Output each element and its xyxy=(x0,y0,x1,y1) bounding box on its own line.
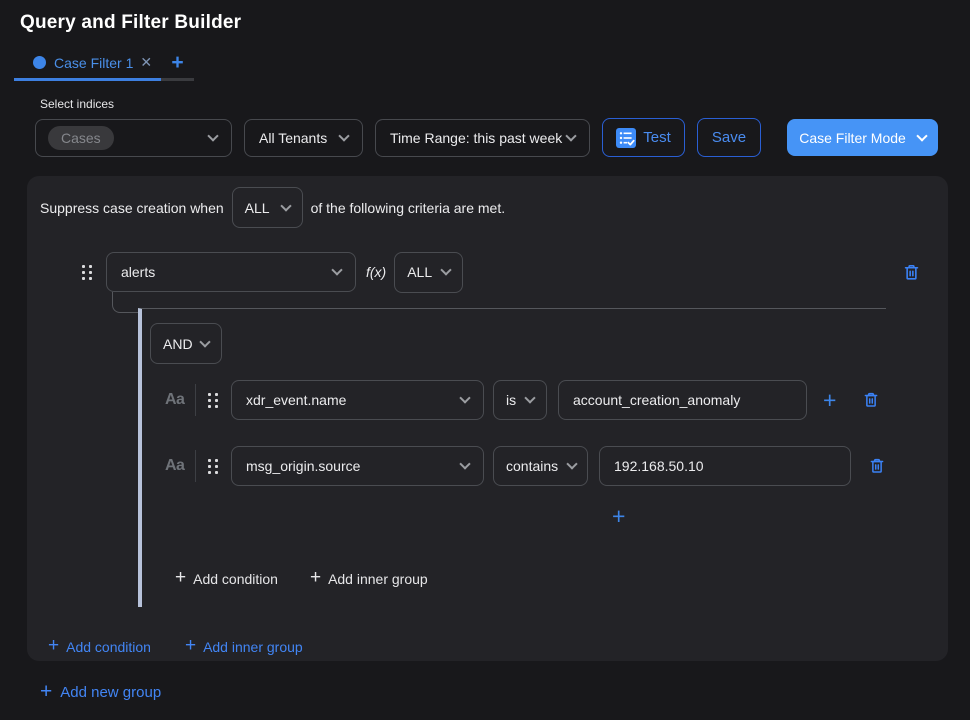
suppress-operator-value: ALL xyxy=(245,200,270,216)
case-sensitivity-toggle[interactable]: Aa xyxy=(165,457,189,475)
chevron-down-icon xyxy=(331,264,342,275)
test-label: Test xyxy=(643,129,671,146)
add-inner-group-label: Add inner group xyxy=(328,571,428,587)
delete-group-button[interactable] xyxy=(902,263,921,282)
add-condition-button[interactable]: + Add condition xyxy=(48,638,151,655)
suppress-operator-dropdown[interactable]: ALL xyxy=(232,187,303,228)
select-indices-label: Select indices xyxy=(40,97,970,111)
chevron-down-icon xyxy=(199,336,210,347)
condition-value-input[interactable] xyxy=(558,380,807,420)
case-sensitivity-toggle[interactable]: Aa xyxy=(165,391,189,409)
chevron-down-icon xyxy=(441,264,452,275)
page-title: Query and Filter Builder xyxy=(20,12,970,34)
add-condition-button[interactable]: + Add condition xyxy=(175,570,278,587)
plus-icon: + xyxy=(40,681,52,702)
indices-dropdown[interactable]: Cases xyxy=(35,119,232,157)
tab-bar: Case Filter 1 ✕ + xyxy=(14,50,970,81)
save-button[interactable]: Save xyxy=(697,118,761,157)
criteria-group: alerts f(x) ALL AND xyxy=(27,252,948,655)
chevron-down-icon xyxy=(566,458,577,469)
fx-label: f(x) xyxy=(366,264,386,280)
delete-condition-button[interactable] xyxy=(868,457,886,475)
mode-label: Case Filter Mode xyxy=(799,130,906,146)
add-new-group-button[interactable]: + Add new group xyxy=(40,683,161,702)
trash-icon xyxy=(902,263,921,282)
add-inner-group-button[interactable]: + Add inner group xyxy=(185,638,303,655)
add-tab-button[interactable]: + xyxy=(161,50,194,81)
time-range-dropdown[interactable]: Time Range: this past week xyxy=(375,119,590,157)
plus-icon: + xyxy=(175,568,186,587)
drag-handle-icon[interactable] xyxy=(208,393,218,408)
add-condition-label: Add condition xyxy=(193,571,278,587)
plus-icon: + xyxy=(185,636,196,655)
drag-handle-icon[interactable] xyxy=(82,265,92,280)
case-filter-mode-button[interactable]: Case Filter Mode xyxy=(787,119,938,156)
test-button[interactable]: Test xyxy=(602,118,685,157)
plus-icon: + xyxy=(310,568,321,587)
add-value-button[interactable]: + xyxy=(823,389,836,412)
suppress-suffix-text: of the following criteria are met. xyxy=(311,200,506,216)
close-tab-icon[interactable]: ✕ xyxy=(140,54,152,71)
condition-field-dropdown[interactable]: xdr_event.name xyxy=(231,380,484,420)
inner-group-actions: + Add condition + Add inner group xyxy=(142,570,886,587)
conjunction-dropdown[interactable]: AND xyxy=(150,323,222,364)
condition-operator-value: contains xyxy=(506,458,558,474)
chevron-down-icon xyxy=(565,130,576,141)
unsaved-dot-icon xyxy=(33,56,46,69)
tenant-value: All Tenants xyxy=(259,130,327,146)
chevron-down-icon xyxy=(459,392,470,403)
checklist-icon xyxy=(616,128,636,148)
conjunction-value: AND xyxy=(163,336,193,352)
plus-icon: + xyxy=(48,636,59,655)
group-field-dropdown[interactable]: alerts xyxy=(106,252,356,292)
group-actions: + Add condition + Add inner group xyxy=(27,638,948,655)
divider xyxy=(195,384,196,416)
tenant-dropdown[interactable]: All Tenants xyxy=(244,119,363,157)
indices-chip: Cases xyxy=(48,126,114,150)
chevron-down-icon xyxy=(916,130,927,141)
chevron-down-icon xyxy=(280,200,291,211)
suppress-rule-row: Suppress case creation when ALL of the f… xyxy=(27,176,948,228)
tab-case-filter-1[interactable]: Case Filter 1 ✕ xyxy=(14,50,161,81)
delete-condition-button[interactable] xyxy=(862,391,880,409)
inner-group: AND Aa xdr_event.name is + xyxy=(138,308,886,607)
chevron-down-icon xyxy=(338,130,349,141)
condition-value-input[interactable] xyxy=(599,446,851,486)
add-condition-label: Add condition xyxy=(66,639,151,655)
condition-row: Aa xdr_event.name is + xyxy=(142,380,886,420)
add-inner-group-button[interactable]: + Add inner group xyxy=(310,570,428,587)
trash-icon xyxy=(862,391,880,409)
condition-field-dropdown[interactable]: msg_origin.source xyxy=(231,446,484,486)
condition-operator-dropdown[interactable]: is xyxy=(493,380,547,420)
add-inner-group-label: Add inner group xyxy=(203,639,303,655)
chevron-down-icon xyxy=(459,458,470,469)
suppress-prefix-text: Suppress case creation when xyxy=(40,200,224,216)
condition-row: Aa msg_origin.source contains xyxy=(142,446,886,486)
condition-operator-dropdown[interactable]: contains xyxy=(493,446,588,486)
group-field-value: alerts xyxy=(121,264,155,280)
tab-label: Case Filter 1 xyxy=(54,55,133,71)
group-operator-value: ALL xyxy=(407,264,432,280)
trash-icon xyxy=(868,457,886,475)
divider xyxy=(195,450,196,482)
save-label: Save xyxy=(712,129,746,146)
toolbar: Cases All Tenants Time Range: this past … xyxy=(35,118,970,157)
drag-handle-icon[interactable] xyxy=(208,459,218,474)
group-operator-dropdown[interactable]: ALL xyxy=(394,252,463,293)
filter-builder-panel: Suppress case creation when ALL of the f… xyxy=(27,176,948,661)
group-header-row: alerts f(x) ALL xyxy=(82,252,921,292)
condition-field-value: xdr_event.name xyxy=(246,392,346,408)
chevron-down-icon xyxy=(207,130,218,141)
add-condition-inline-button[interactable]: + xyxy=(612,505,625,528)
group-connector-line xyxy=(112,292,139,313)
time-range-value: Time Range: this past week xyxy=(390,130,562,146)
chevron-down-icon xyxy=(524,392,535,403)
add-new-group-label: Add new group xyxy=(60,684,161,701)
condition-operator-value: is xyxy=(506,392,516,408)
condition-field-value: msg_origin.source xyxy=(246,458,360,474)
